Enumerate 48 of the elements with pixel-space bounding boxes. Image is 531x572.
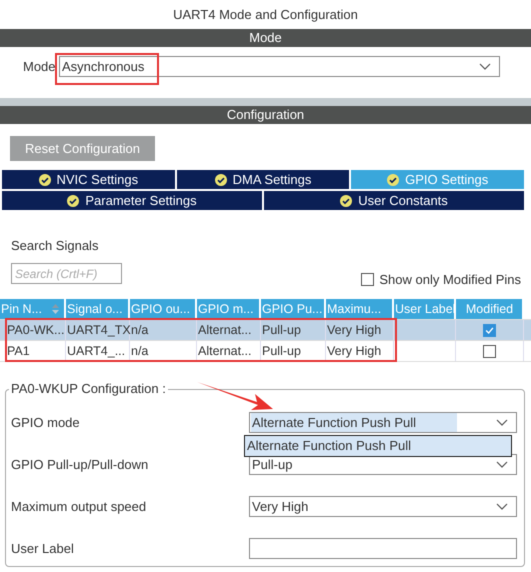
check-circle-icon — [214, 174, 227, 186]
table-cell: n/a — [131, 344, 148, 358]
table-row[interactable]: PA0-WK... UART4_TXn/a Alternat... Pull-up Very High — [0, 320, 531, 341]
settings-tab[interactable]: User Constants — [264, 191, 524, 210]
table-cell: Alternat... — [198, 323, 252, 337]
field-label: Maximum output speed — [10, 499, 148, 514]
modified-checkbox[interactable] — [482, 324, 496, 336]
table-cell: PA0-WK... — [7, 323, 64, 337]
chevron-down-icon — [496, 460, 508, 468]
checkbox[interactable] — [361, 273, 374, 286]
field-label: GPIO mode — [10, 415, 81, 430]
table-cell: Alternat... — [198, 344, 252, 358]
dropdown-field[interactable]: Alternate Function Push Pull — [249, 412, 517, 433]
mode-select[interactable]: Asynchronous — [59, 56, 500, 77]
table-cell: PA1 — [7, 344, 30, 358]
table-cell: UART4_... — [67, 344, 126, 358]
panel-title: PA0-WKUP Configuration : — [9, 381, 168, 396]
settings-tab[interactable]: Parameter Settings — [2, 191, 262, 210]
dropdown-field[interactable]: Very High — [249, 496, 517, 517]
section-header: Mode — [0, 29, 531, 47]
sort-icon — [51, 303, 60, 315]
settings-tab[interactable]: NVIC Settings — [2, 170, 175, 189]
check-circle-icon — [340, 194, 352, 206]
chevron-down-icon — [479, 62, 491, 70]
field-label: GPIO Pull-up/Pull-down — [10, 457, 150, 472]
search-field[interactable]: Search (Crtl+F) — [11, 263, 122, 284]
search-label: Search Signals — [11, 238, 100, 253]
section-header: Configuration — [0, 106, 531, 124]
chevron-down-icon — [496, 502, 508, 510]
field-label: User Label — [10, 541, 75, 556]
table-cell: Pull-up — [262, 323, 301, 337]
check-circle-icon — [387, 174, 400, 186]
table-cell: n/a — [131, 323, 148, 337]
window-title: UART4 Mode and Configuration — [172, 6, 359, 24]
mode-label: Mode — [23, 59, 57, 74]
text-field[interactable] — [249, 538, 517, 559]
dropdown-option[interactable]: Alternate Function Push Pull — [245, 436, 511, 456]
settings-tab[interactable]: DMA Settings — [176, 170, 350, 189]
table-cell: UART4_TX — [67, 323, 131, 337]
check-circle-icon — [67, 194, 80, 206]
table-cell: Pull-up — [262, 344, 301, 358]
checkbox-label: Show only Modified Pins — [379, 272, 521, 287]
chevron-down-icon — [496, 418, 508, 426]
table-cell: Very High — [327, 344, 382, 358]
check-circle-icon — [38, 174, 50, 186]
table-row[interactable]: PA1 UART4_... n/a Alternat... Pull-up Very High — [0, 341, 531, 362]
table-cell: Very High — [327, 323, 382, 337]
modified-checkbox[interactable] — [482, 344, 496, 358]
